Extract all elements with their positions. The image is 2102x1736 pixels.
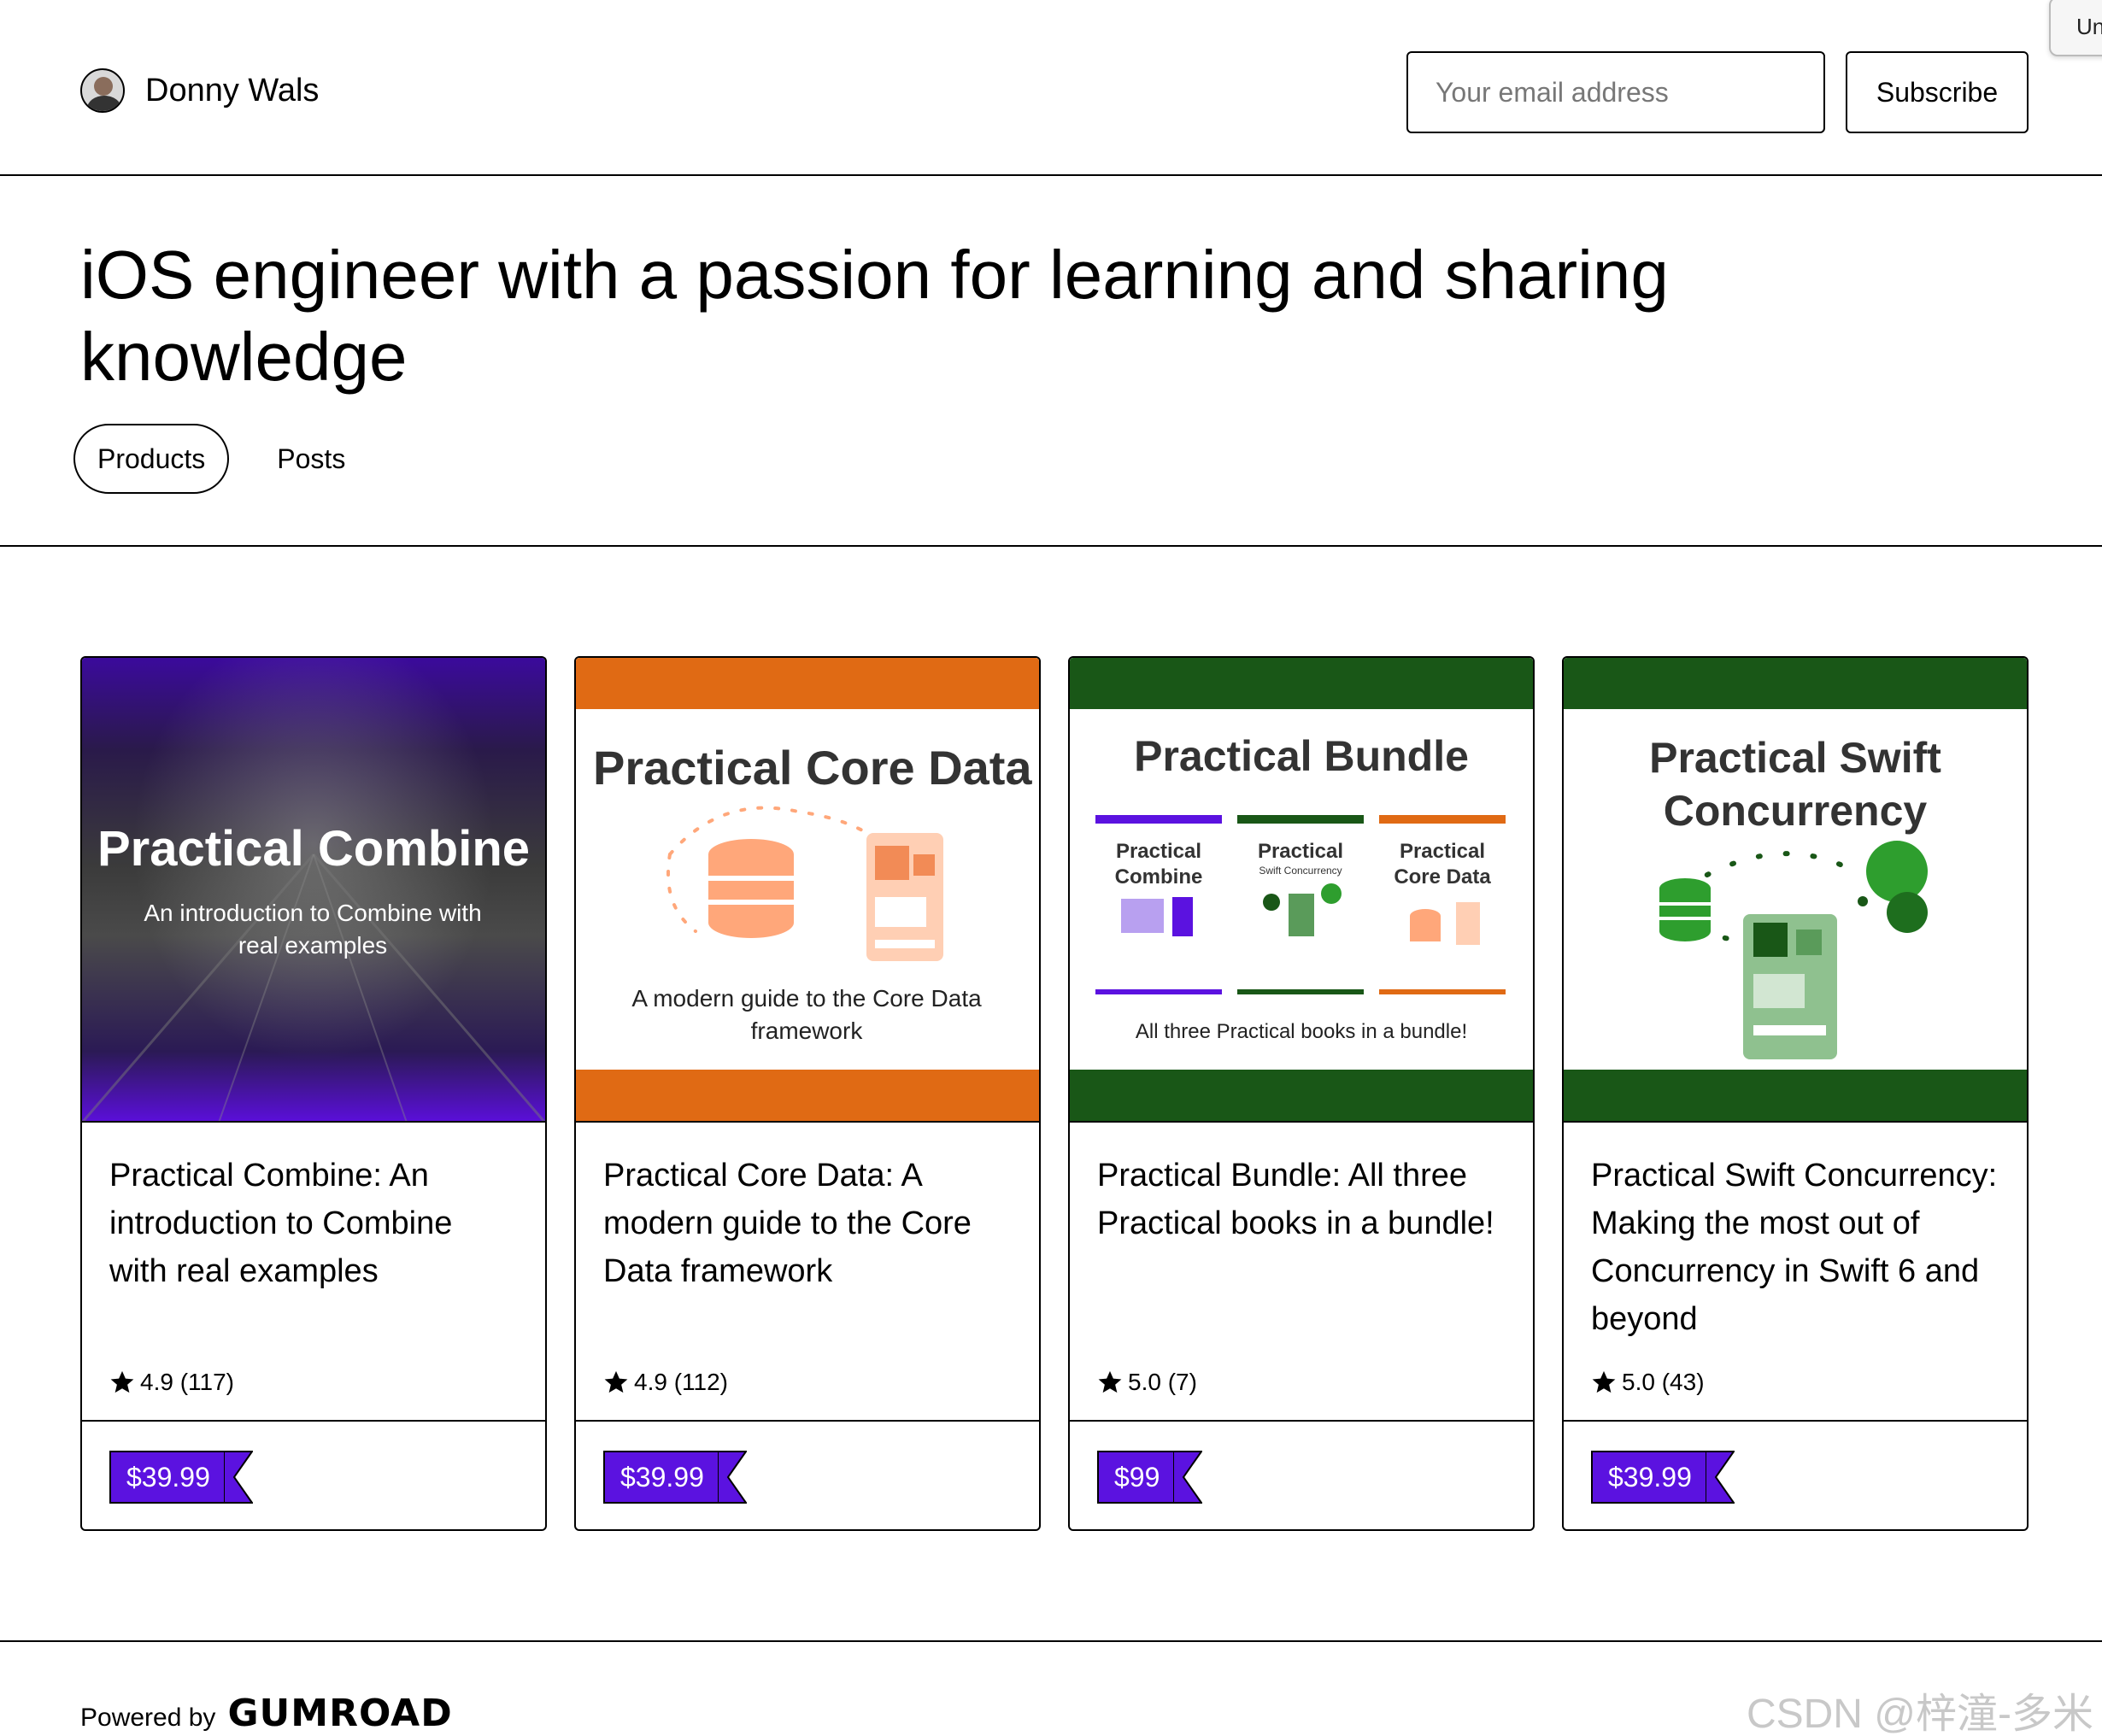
price-tag-tail [717,1451,747,1504]
product-info: Practical Core Data: A modern guide to t… [576,1123,1039,1422]
rating-value: 5.0 [1622,1369,1655,1395]
price-tag: $99 [1097,1451,1203,1504]
product-card[interactable]: Practical Swift Concurrency Practical Sw… [1562,656,2029,1531]
section-tabs: Products Posts [73,424,370,494]
cover-illustration [666,806,943,961]
cover-heading: Practical Bundle [1134,732,1469,780]
price-area: $39.99 [82,1423,545,1529]
avatar [80,68,125,113]
rating-count: (43) [1661,1369,1705,1395]
cover-band-top [1070,658,1533,709]
gumroad-logo: GUMROAD [227,1692,453,1735]
bundle-book-subtitle: Swift Concurrency [1259,865,1342,877]
hero-section: iOS engineer with a passion for learning… [0,176,2102,547]
product-cover[interactable]: Practical Bundle Practical Combine Pract… [1070,658,1533,1123]
bundle-book-art [1263,883,1342,936]
product-info: Practical Combine: An introduction to Co… [82,1123,545,1422]
bundle-book-swift: Practical Swift Concurrency [1237,815,1364,994]
bundle-book-coredata: Practical Core Data [1379,815,1506,994]
bundle-book-combine: Practical Combine [1095,815,1222,994]
rating-value: 4.9 [140,1369,173,1395]
product-cover[interactable]: Practical Swift Concurrency [1564,658,2027,1123]
product-rating: 4.9 (112) [603,1369,728,1396]
product-card[interactable]: Practical Combine An introduction to Com… [80,656,547,1531]
price-value: $39.99 [109,1451,224,1504]
product-card[interactable]: Practical Bundle Practical Combine Pract… [1068,656,1535,1531]
creator-brand[interactable]: Donny Wals [80,68,319,113]
site-footer: Powered by GUMROAD CSDN @梓潼-多米 [0,1640,2102,1736]
price-value: $39.99 [1591,1451,1706,1504]
star-icon [1592,1370,1616,1393]
price-value: $39.99 [603,1451,718,1504]
product-title[interactable]: Practical Core Data: A modern guide to t… [603,1152,1012,1295]
price-area: $39.99 [576,1423,1039,1529]
rating-value: 4.9 [634,1369,667,1395]
star-icon [604,1370,628,1393]
product-rating: 5.0 (7) [1097,1369,1197,1396]
cover-subheading: A modern guide to the Core Data framewor… [631,985,982,1044]
cover-illustration [1659,841,1928,1059]
product-grid: Practical Combine An introduction to Com… [80,656,2029,1531]
product-rating: 4.9 (117) [109,1369,234,1396]
rating-count: (117) [179,1369,235,1395]
product-cover[interactable]: Practical Core Data A modern guide to th… [576,658,1039,1123]
powered-by[interactable]: Powered by GUMROAD [80,1692,453,1735]
star-icon [110,1370,134,1393]
rating-count: (7) [1167,1369,1197,1395]
tab-products[interactable]: Products [73,424,230,494]
email-input[interactable] [1406,51,1825,133]
price-value: $99 [1097,1451,1174,1504]
rating-count: (112) [673,1369,729,1395]
watermark: CSDN @梓潼-多米 [1746,1692,2093,1736]
product-cover[interactable]: Practical Combine An introduction to Com… [82,658,545,1123]
product-info: Practical Bundle: All three Practical bo… [1070,1123,1533,1422]
cover-heading: Practical Combine [97,821,531,877]
price-tag-tail [1705,1451,1735,1504]
powered-by-label: Powered by [80,1704,216,1732]
site-header: Donny Wals Subscribe Un [0,0,2102,176]
subscribe-button[interactable]: Subscribe [1846,51,2029,133]
product-rating: 5.0 (43) [1591,1369,1705,1396]
cover-subheading: All three Practical books in a bundle! [1135,1020,1468,1043]
price-area: $39.99 [1564,1423,2027,1529]
product-title[interactable]: Practical Swift Concurrency: Making the … [1591,1152,1999,1343]
cover-band-bottom [1070,1070,1533,1121]
price-tag-tail [223,1451,253,1504]
product-title[interactable]: Practical Combine: An introduction to Co… [109,1152,518,1295]
bundle-book-art [1121,897,1193,936]
price-tag-tail [1173,1451,1203,1504]
price-tag: $39.99 [603,1451,747,1504]
creator-name: Donny Wals [145,72,320,108]
price-area: $99 [1070,1423,1533,1529]
tab-posts[interactable]: Posts [253,424,370,494]
bundle-book-title: Practical [1257,840,1344,863]
tunnel-lines [82,853,545,1121]
star-icon [1098,1370,1122,1393]
bundle-book-title: Practical Core Data [1394,840,1491,889]
page-title: iOS engineer with a passion for learning… [80,237,1669,395]
product-info: Practical Swift Concurrency: Making the … [1564,1123,2027,1422]
corner-tab[interactable]: Un [2049,0,2102,56]
product-card[interactable]: Practical Core Data A modern guide to th… [574,656,1041,1531]
bundle-book-art [1410,902,1480,945]
rating-value: 5.0 [1128,1369,1161,1395]
cover-subheading: An introduction to Combine with real exa… [144,900,482,959]
bundle-book-title: Practical Combine [1114,840,1203,889]
price-tag: $39.99 [1591,1451,1735,1504]
product-title[interactable]: Practical Bundle: All three Practical bo… [1097,1152,1506,1247]
price-tag: $39.99 [109,1451,253,1504]
